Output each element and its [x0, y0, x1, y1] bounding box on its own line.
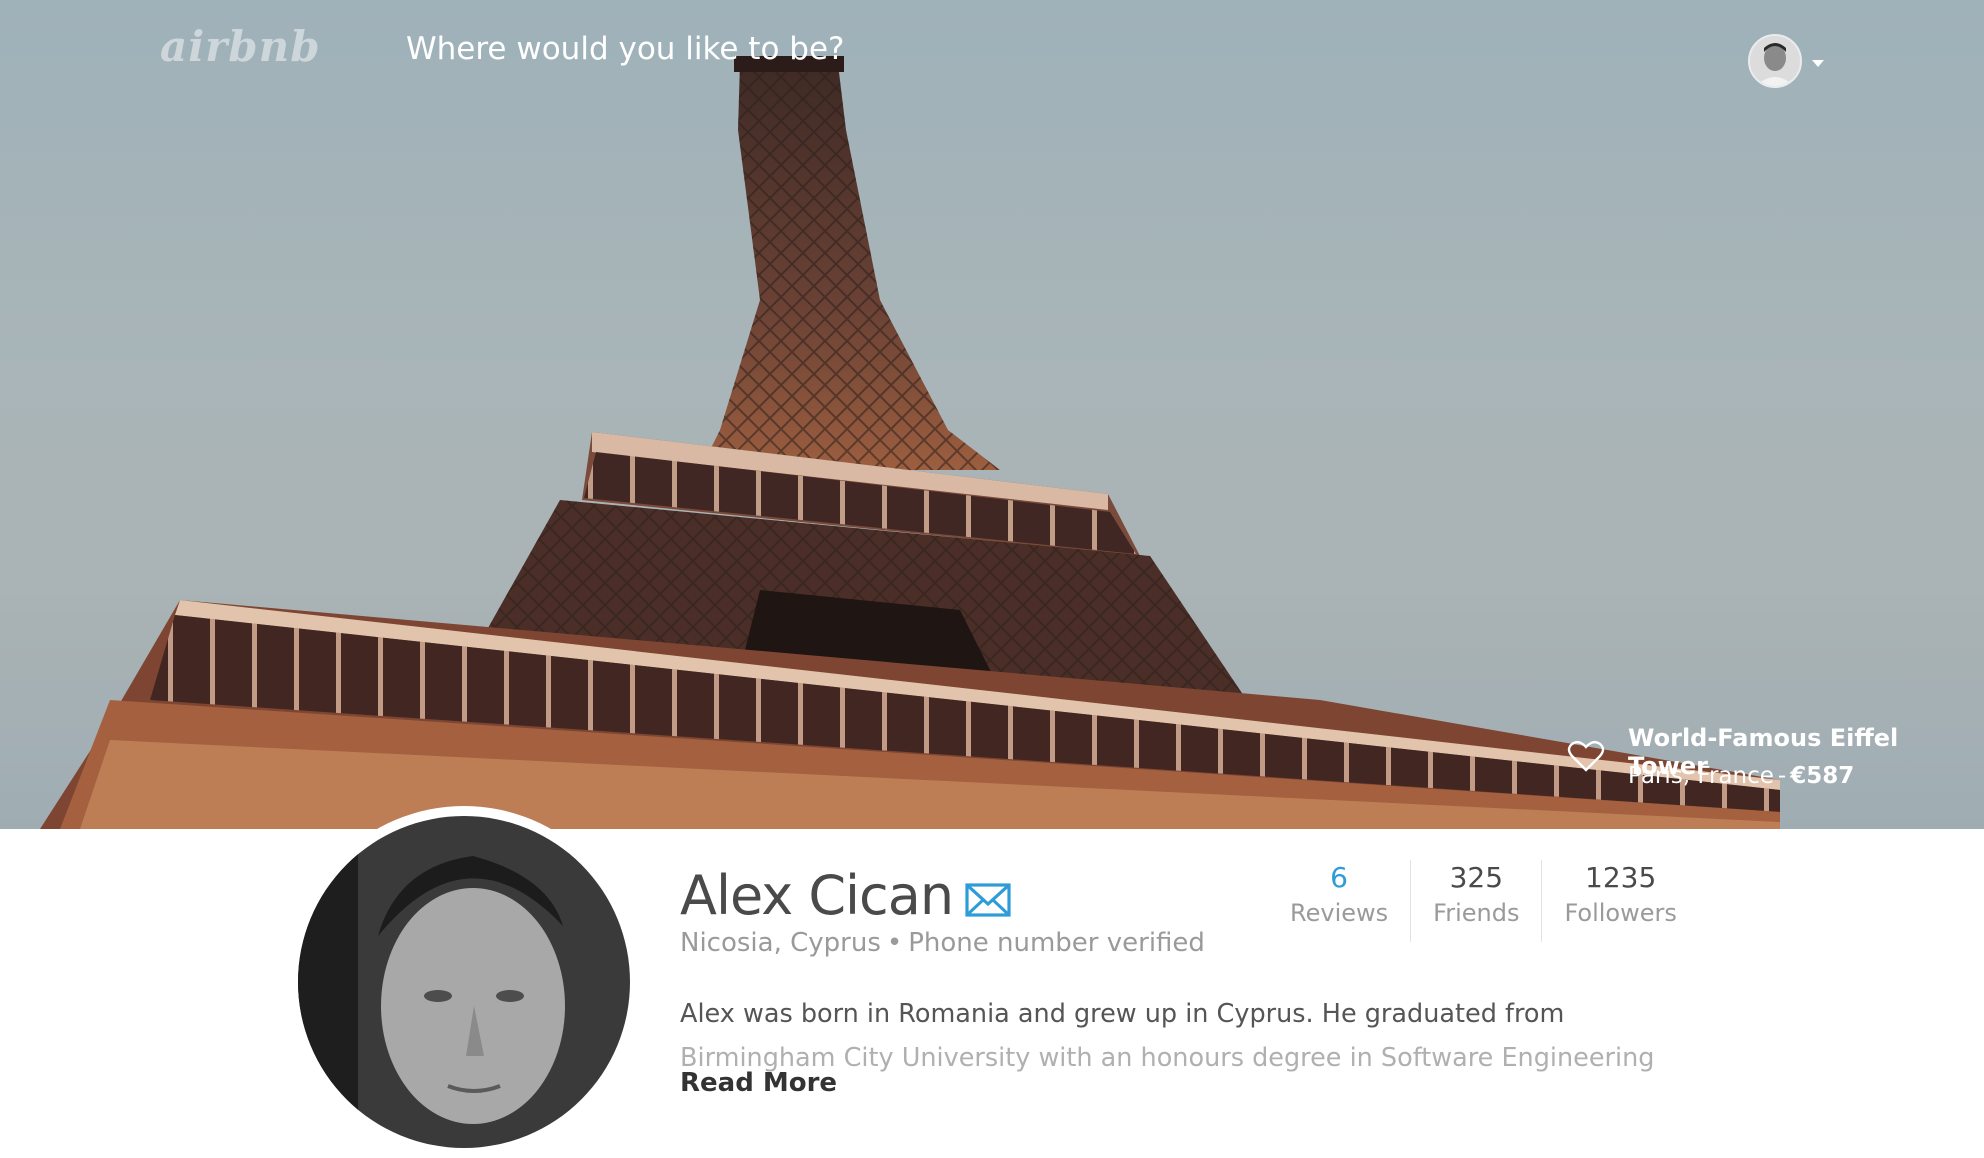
stat-reviews[interactable]: 6 Reviews — [1268, 860, 1410, 942]
profile-name: Alex Cican — [680, 864, 954, 927]
stat-value: 325 — [1449, 861, 1504, 894]
stat-friends[interactable]: 325 Friends — [1410, 860, 1541, 942]
user-avatar-icon[interactable] — [1748, 34, 1802, 88]
stat-value: 6 — [1330, 861, 1348, 894]
airbnb-logo[interactable]: airbnb — [160, 22, 321, 71]
bio-line: Alex was born in Romania and grew up in … — [680, 999, 1565, 1029]
profile-avatar — [288, 806, 640, 1158]
chevron-down-icon[interactable] — [1812, 60, 1824, 67]
profile-location: Nicosia, Cyprus — [680, 928, 881, 958]
eiffel-tower-image — [40, 56, 1780, 829]
listing-location: Paris, France — [1628, 763, 1774, 789]
heart-icon[interactable] — [1566, 736, 1606, 776]
stat-label: Followers — [1564, 899, 1677, 927]
search-input[interactable] — [404, 30, 928, 68]
bullet-separator: • — [886, 928, 903, 958]
profile-stats: 6 Reviews 325 Friends 1235 Followers — [1268, 860, 1699, 942]
profile-bio: Alex was born in Romania and grew up in … — [680, 992, 1680, 1080]
mail-icon[interactable] — [964, 880, 1012, 920]
avatar-face-graphic — [1750, 36, 1800, 86]
listing-separator: - — [1777, 763, 1787, 789]
hero-banner: airbnb World-Famous Eiffel Tower Paris, … — [0, 0, 1984, 829]
stat-label: Friends — [1433, 899, 1520, 927]
stat-label: Reviews — [1290, 899, 1389, 927]
listing-price: €587 — [1790, 763, 1855, 789]
stat-followers[interactable]: 1235 Followers — [1541, 860, 1698, 942]
stat-value: 1235 — [1585, 861, 1657, 894]
listing-details: Paris, France - €587 — [1628, 763, 1854, 789]
read-more-link[interactable]: Read More — [680, 1068, 837, 1098]
profile-meta: Nicosia, Cyprus • Phone number verified — [680, 928, 1205, 958]
profile-photo-graphic — [298, 816, 630, 1148]
verification-status: Phone number verified — [908, 928, 1205, 958]
